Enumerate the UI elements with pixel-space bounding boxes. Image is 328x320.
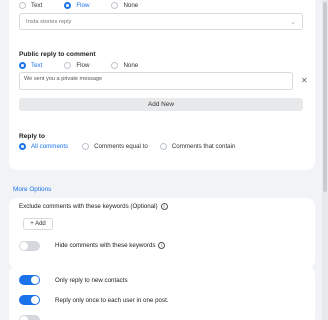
radio-option-none[interactable]: None <box>111 2 138 9</box>
radio-option-text[interactable]: Text <box>19 62 42 69</box>
radio-option-text[interactable]: Text <box>19 2 42 9</box>
top-radio-group: Text Flow None <box>19 2 160 9</box>
radio-circle <box>19 62 26 69</box>
page: Text Flow None Insta stories reply ⌄ Pub… <box>0 0 328 320</box>
exclude-keywords-label: Exclude comments with these keywords (Op… <box>19 203 168 210</box>
reply-once-toggle[interactable] <box>19 295 40 305</box>
close-icon[interactable]: ✕ <box>301 76 308 85</box>
flow-select[interactable]: Insta stories reply ⌄ <box>19 13 303 30</box>
toggle-knob <box>31 296 39 304</box>
reply-to-radio-group: All comments Comments equal to Comments … <box>19 143 257 150</box>
reply-to-title: Reply to <box>19 133 46 140</box>
hide-comments-toggle[interactable] <box>19 241 40 251</box>
hide-comments-label: Hide comments with these keywords i <box>55 242 166 249</box>
add-keyword-button[interactable]: + Add <box>23 218 53 230</box>
chevron-down-icon: ⌄ <box>290 19 296 26</box>
public-reply-message-input[interactable]: We sent you a private message <box>19 72 293 90</box>
reply-once-label: Reply only once to each user in one post… <box>55 297 169 304</box>
scrollbar-thumb[interactable] <box>323 2 327 192</box>
radio-option-comments-equal[interactable]: Comments equal to <box>82 143 148 150</box>
radio-option-flow[interactable]: Flow <box>64 62 89 69</box>
add-new-button[interactable]: Add New <box>19 98 303 111</box>
radio-circle <box>64 2 72 9</box>
radio-circle <box>19 2 26 9</box>
toggle-knob <box>31 276 39 284</box>
radio-circle <box>111 2 119 9</box>
radio-circle <box>64 62 72 69</box>
new-contacts-label: Only reply to new contacts <box>55 277 128 284</box>
toggle-knob <box>20 316 28 320</box>
reply-settings-card: Text Flow None Insta stories reply ⌄ Pub… <box>9 0 315 170</box>
radio-option-comments-contain[interactable]: Comments that contain <box>159 143 235 150</box>
info-icon[interactable]: i <box>158 242 166 249</box>
radio-option-flow[interactable]: Flow <box>64 2 89 9</box>
public-reply-radio-group: Text Flow None <box>19 62 160 69</box>
radio-option-none[interactable]: None <box>111 62 138 69</box>
radio-option-all-comments[interactable]: All comments <box>19 143 68 150</box>
new-contacts-toggle[interactable] <box>19 275 40 285</box>
toggle-knob <box>20 242 28 250</box>
scrollbar[interactable] <box>322 0 328 320</box>
next-toggle[interactable] <box>19 315 40 320</box>
public-reply-title: Public reply to comment <box>19 51 96 58</box>
radio-circle <box>111 62 119 69</box>
radio-circle <box>159 143 167 150</box>
reply-rules-card <box>9 266 315 320</box>
radio-circle <box>19 143 26 150</box>
radio-circle <box>82 143 90 150</box>
more-options-link[interactable]: More Options <box>13 186 51 193</box>
info-icon[interactable]: i <box>160 203 168 210</box>
